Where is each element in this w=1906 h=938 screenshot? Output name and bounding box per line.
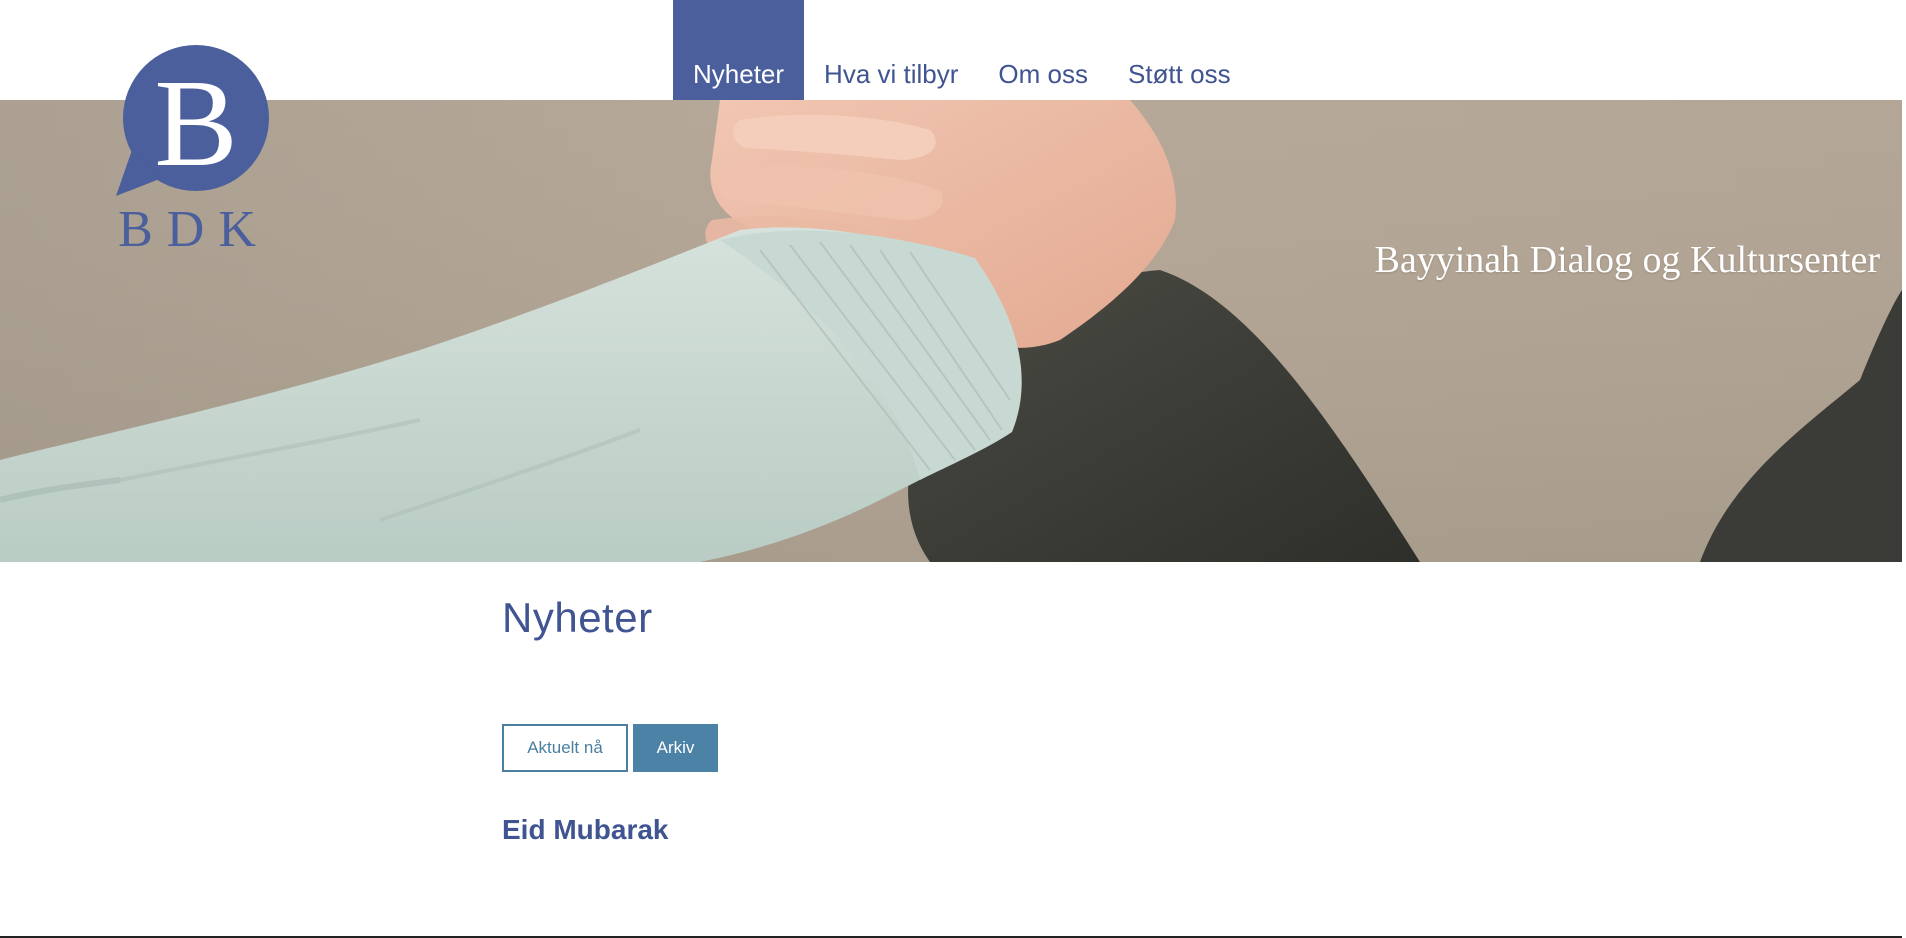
nav-item-stott-oss[interactable]: Støtt oss (1108, 0, 1251, 100)
hero-tagline: Bayyinah Dialog og Kultursenter (1374, 239, 1880, 281)
logo-speech-bubble-icon: B BDK (116, 45, 270, 258)
nav-item-label: Støtt oss (1127, 59, 1231, 89)
nav-item-nyheter[interactable]: Nyheter (673, 0, 805, 100)
logo-initials: BDK (118, 201, 270, 255)
nav-item-hva-vi-tilbyr[interactable]: Hva vi tilbyr (804, 0, 978, 100)
filter-buttons: Aktuelt nå Arkiv (502, 724, 718, 772)
archive-button[interactable]: Arkiv (633, 724, 718, 772)
nav-item-label: Om oss (998, 59, 1088, 89)
article-title-link[interactable]: Eid Mubarak (502, 814, 668, 846)
logo-letter: B (154, 55, 237, 193)
main-nav: Nyheter Hva vi tilbyr Om oss Støtt oss (673, 0, 1251, 100)
main-content: Nyheter Aktuelt nå Arkiv Eid Mubarak (502, 562, 1502, 845)
hero-banner: Bayyinah Dialog og Kultursenter (0, 100, 1902, 562)
nav-item-label: Hva vi tilbyr (824, 59, 959, 89)
page: Nyheter Hva vi tilbyr Om oss Støtt oss B… (0, 0, 1906, 938)
header: Nyheter Hva vi tilbyr Om oss Støtt oss (0, 0, 1906, 100)
page-title: Nyheter (502, 594, 653, 641)
logo[interactable]: B BDK (112, 40, 272, 258)
hero-handshake-image (0, 100, 1902, 562)
current-news-button[interactable]: Aktuelt nå (502, 724, 628, 772)
scrollbar-gutter (1902, 0, 1906, 938)
nav-item-om-oss[interactable]: Om oss (978, 0, 1108, 100)
nav-item-label: Nyheter (693, 59, 785, 89)
